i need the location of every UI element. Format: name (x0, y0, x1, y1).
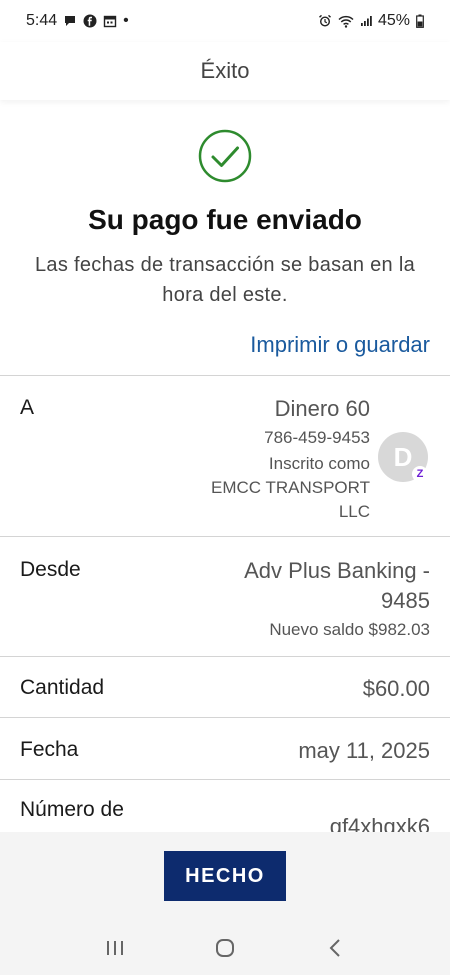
battery-percent: 45% (377, 12, 410, 29)
divider (0, 717, 450, 718)
success-title: Su pago fue enviado (88, 204, 362, 235)
confirmation-label: Número de (20, 798, 124, 821)
divider (0, 536, 450, 537)
action-bar: HECHO (0, 832, 450, 920)
status-time: 5:44 (26, 12, 58, 29)
divider (0, 375, 450, 376)
receipt-content[interactable]: Su pago fue enviado Las fechas de transa… (0, 100, 450, 832)
divider (0, 656, 450, 657)
new-balance: Nuevo saldo $982.03 (269, 620, 430, 639)
from-label: Desde (20, 558, 81, 581)
back-icon[interactable] (315, 928, 355, 968)
from-account-number: 9485 (381, 588, 430, 613)
facebook-icon (83, 14, 97, 28)
checkmark-circle-icon (198, 129, 252, 183)
date-value: may 11, 2025 (298, 738, 430, 763)
zelle-badge-icon: Z (412, 466, 428, 482)
recipient-company-suffix: LLC (338, 502, 370, 521)
done-button[interactable]: HECHO (164, 851, 286, 901)
success-indicator (0, 128, 450, 184)
recents-icon[interactable] (95, 928, 135, 968)
status-bar: 5:44 • 45% (0, 0, 450, 42)
status-left: 5:44 • (26, 12, 129, 30)
page-header: Éxito (0, 42, 450, 100)
home-icon[interactable] (205, 928, 245, 968)
from-account: Adv Plus Banking - (244, 558, 430, 583)
recipient-label: A (20, 396, 35, 419)
battery-icon (416, 14, 424, 28)
divider (0, 779, 450, 780)
signal-icon (360, 15, 372, 27)
recipient-name: Dinero 60 (274, 396, 370, 421)
print-or-save-link[interactable]: Imprimir o guardar (250, 332, 430, 358)
page-title: Éxito (200, 58, 250, 83)
recipient-enrolled-label: Inscrito como (268, 454, 370, 473)
amount-value: $60.00 (362, 676, 430, 701)
status-dot: • (123, 12, 129, 29)
calendar-icon (103, 14, 117, 28)
chat-icon (63, 14, 77, 28)
alarm-icon (318, 14, 332, 28)
wifi-icon (338, 15, 354, 28)
date-label: Fecha (20, 738, 79, 761)
system-nav-bar (0, 920, 450, 975)
recipient-phone: 786-459-9453 (264, 428, 370, 447)
amount-label: Cantidad (20, 676, 105, 699)
confirmation-value: qf4xhqxk6 (329, 814, 430, 832)
recipient-company: EMCC TRANSPORT (210, 478, 370, 497)
success-subtitle: Las fechas de transacción se basan en la… (34, 254, 416, 306)
status-right: 45% (318, 12, 424, 30)
